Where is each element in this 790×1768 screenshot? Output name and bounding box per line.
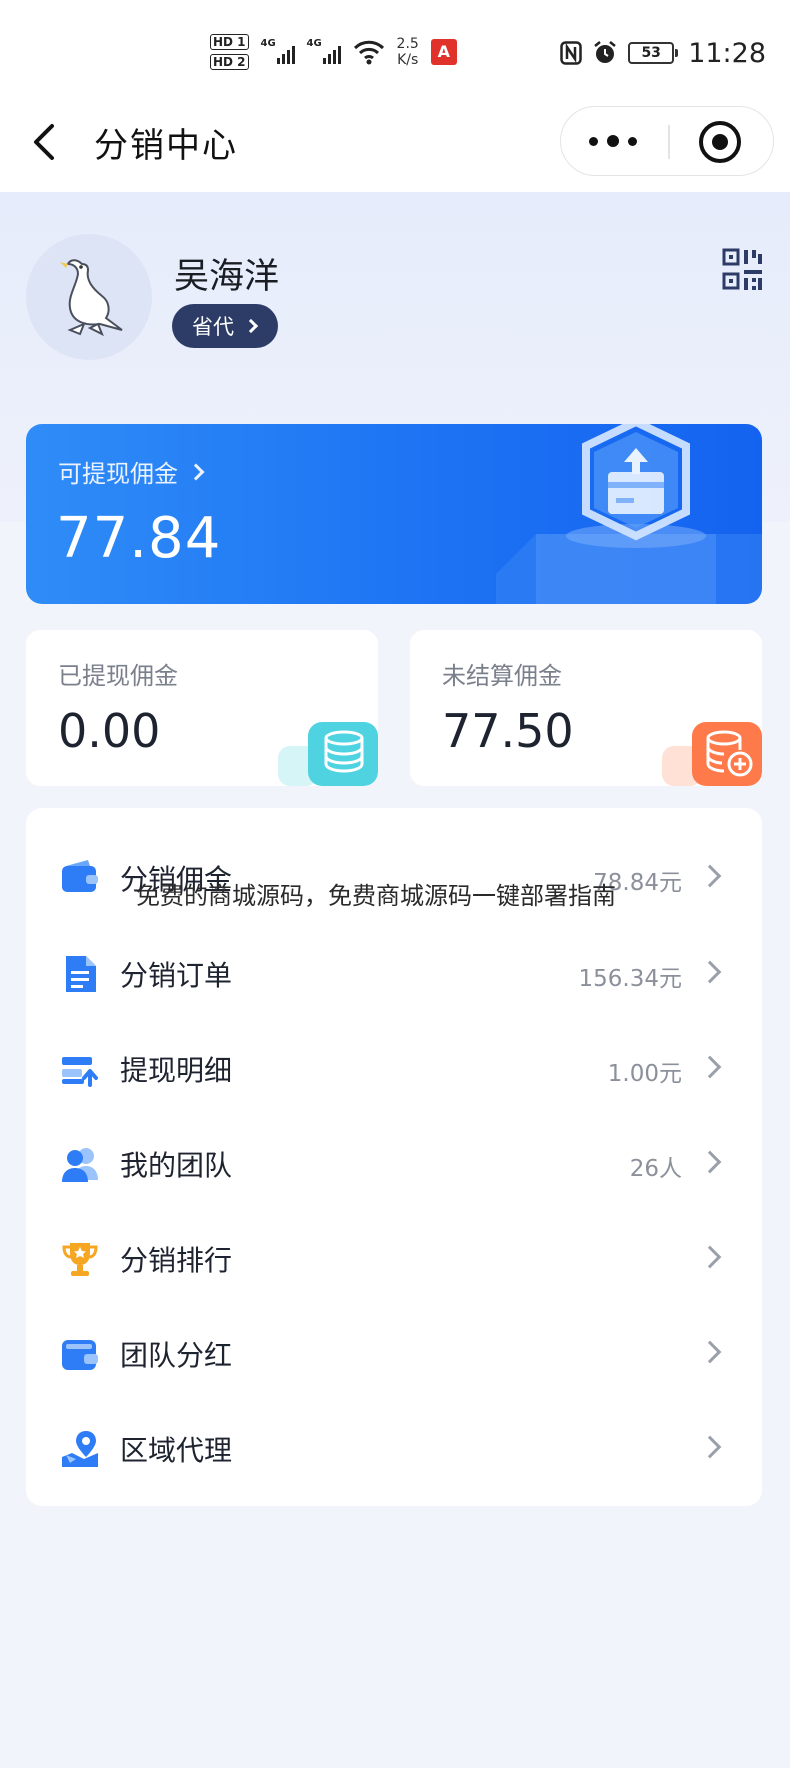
withdrawable-commission-card[interactable]: 可提现佣金 77.84: [26, 424, 762, 604]
signal-2-icon: 4G: [307, 38, 341, 66]
goose-avatar-icon: [60, 259, 123, 337]
withdrawable-label: 可提现佣金: [58, 460, 178, 488]
menu-item-distribution-orders[interactable]: 分销订单 156.34元: [26, 926, 762, 1021]
alarm-icon: [594, 41, 616, 63]
map-pin-icon: [62, 1431, 98, 1467]
menu-item-distribution-ranking[interactable]: 分销排行: [26, 1211, 762, 1306]
menu-item-label: 分销订单: [120, 959, 233, 992]
hd1-indicator: HD 1: [210, 34, 249, 50]
purse-icon: [62, 1340, 98, 1370]
capsule-divider: [668, 125, 670, 159]
chevron-right-icon: [698, 1435, 722, 1459]
wallet-icon: [62, 860, 98, 892]
app-notification-icon: A: [430, 39, 457, 65]
clock: 11:28: [688, 37, 766, 69]
wifi-icon: [353, 40, 384, 65]
distribution-center-page: HD 1 HD 2 4G 4G 2.5 K/s A 53 11:28 分销中心 …: [0, 0, 790, 1768]
unsettled-value: 77.50: [442, 704, 574, 758]
chevron-right-icon: [698, 1340, 722, 1364]
menu-item-label: 提现明细: [120, 1054, 233, 1087]
hd-indicators: HD 1 HD 2: [210, 34, 249, 70]
trophy-icon: [62, 1243, 98, 1276]
navigation-bar: 分销中心: [0, 100, 790, 192]
menu-item-label: 我的团队: [120, 1149, 233, 1182]
speed-unit: K/s: [397, 52, 419, 68]
chevron-right-icon: [698, 960, 722, 984]
watermark-text: 免费的商城源码，免费商城源码一键部署指南: [136, 882, 616, 910]
signal-2-label: 4G: [306, 38, 322, 49]
avatar[interactable]: [26, 234, 152, 360]
qr-code-icon[interactable]: [722, 248, 764, 292]
withdraw-box-illustration-icon: [496, 424, 762, 604]
more-dots-icon[interactable]: [573, 113, 653, 169]
battery-indicator: 53: [628, 42, 679, 64]
menu-list: 分销佣金 78.84元 分销订单 156.34元 提现明细 1.00元 我的团队…: [26, 808, 762, 1506]
signal-1-icon: 4G: [261, 38, 295, 66]
withdrawable-value: 77.84: [56, 506, 222, 571]
chevron-right-icon: [698, 1055, 722, 1079]
menu-item-label: 区域代理: [120, 1434, 233, 1467]
chevron-right-icon: [243, 318, 259, 334]
unsettled-label: 未结算佣金: [442, 662, 562, 690]
close-target-icon[interactable]: [699, 121, 741, 163]
mini-program-capsule: [560, 106, 774, 176]
document-icon: [66, 956, 96, 992]
user-name: 吴海洋: [174, 257, 280, 297]
withdrawn-commission-card[interactable]: 已提现佣金 0.00: [26, 630, 378, 786]
menu-item-withdraw-details[interactable]: 提现明细 1.00元: [26, 1021, 762, 1116]
menu-item-label: 分销排行: [120, 1244, 233, 1277]
card-transfer-icon: [62, 1057, 98, 1087]
menu-item-regional-agent[interactable]: 区域代理: [26, 1401, 762, 1496]
team-icon: [62, 1148, 98, 1182]
menu-item-value: 1.00元: [607, 1061, 682, 1087]
chevron-right-icon: [187, 463, 205, 480]
signal-1-label: 4G: [260, 38, 276, 49]
status-right-group: 53 11:28: [560, 33, 766, 73]
status-left-group: HD 1 HD 2 4G 4G 2.5 K/s A: [210, 30, 457, 74]
menu-item-label: 团队分红: [120, 1339, 233, 1372]
menu-item-value: 156.34元: [578, 966, 682, 992]
chevron-right-icon: [698, 1245, 722, 1269]
nfc-icon: [560, 41, 582, 65]
withdrawable-label-group: 可提现佣金: [58, 454, 205, 489]
menu-item-my-team[interactable]: 我的团队 26人: [26, 1116, 762, 1211]
status-bar: HD 1 HD 2 4G 4G 2.5 K/s A 53 11:28: [0, 0, 790, 100]
network-speed: 2.5 K/s: [397, 36, 419, 68]
page-title: 分销中心: [94, 126, 238, 166]
hd2-indicator: HD 2: [210, 54, 249, 70]
level-badge[interactable]: 省代: [172, 304, 278, 348]
chevron-right-icon: [698, 864, 722, 888]
coin-stack-icon: [278, 722, 378, 786]
speed-value: 2.5: [396, 36, 419, 52]
menu-item-value: 26人: [629, 1156, 682, 1182]
coin-add-icon: [662, 722, 762, 786]
back-arrow-icon[interactable]: [26, 118, 66, 166]
level-label: 省代: [192, 315, 234, 339]
withdrawn-label: 已提现佣金: [58, 662, 178, 690]
menu-item-team-dividend[interactable]: 团队分红: [26, 1306, 762, 1401]
chevron-right-icon: [698, 1150, 722, 1174]
withdrawn-value: 0.00: [58, 704, 161, 758]
unsettled-commission-card[interactable]: 未结算佣金 77.50: [410, 630, 762, 786]
